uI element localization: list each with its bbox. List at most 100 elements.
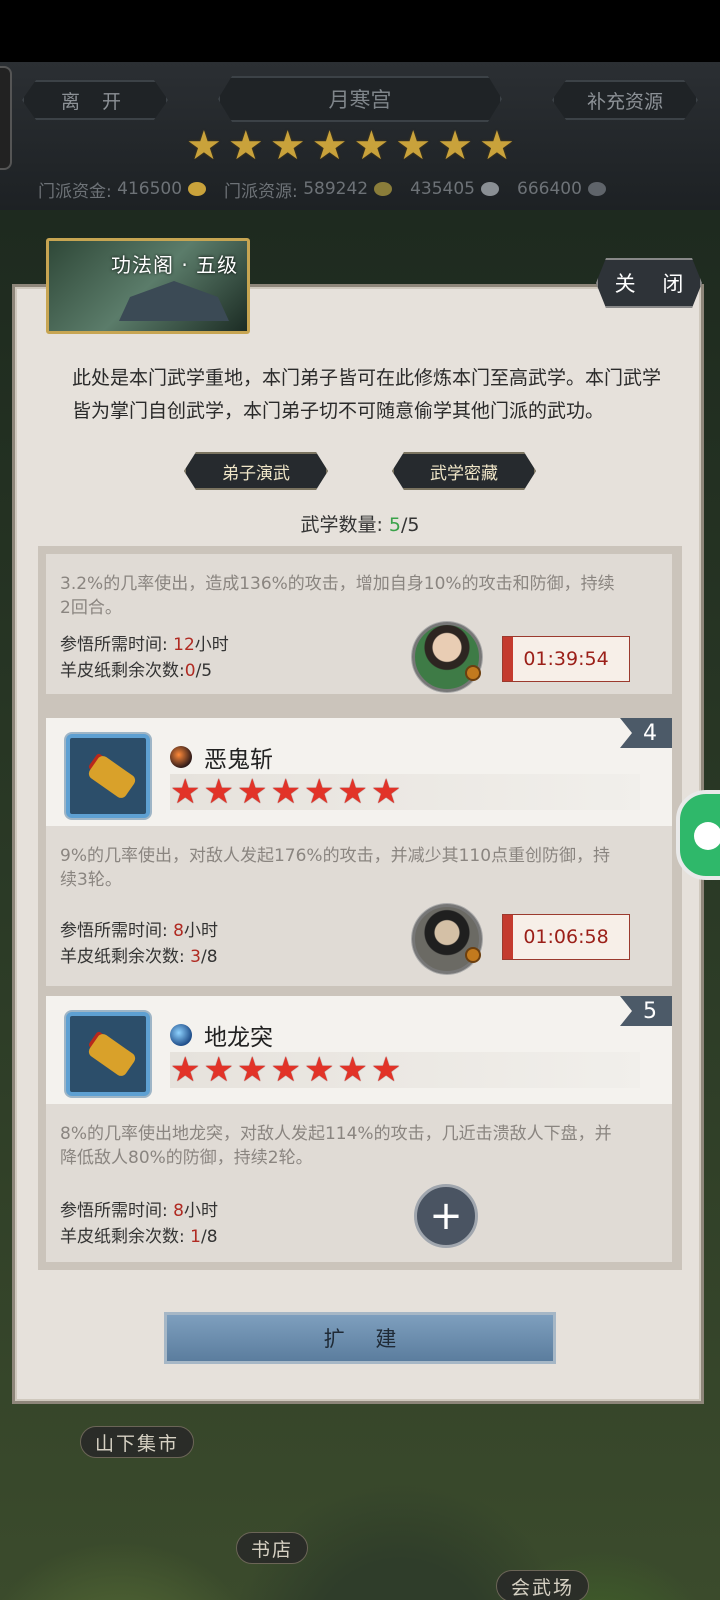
ore-icon xyxy=(587,182,606,196)
coin-icon xyxy=(188,182,207,196)
scroll-left-label: 羊皮纸剩余次数: xyxy=(60,1227,185,1247)
chat-icon xyxy=(694,822,720,850)
red-star-icon: ★ xyxy=(303,1050,335,1090)
study-time-unit: 小时 xyxy=(194,635,229,655)
skill-effect: 3.2%的几率使出，造成136%的攻击，增加自身10%的攻击和防御，持续2回合。 xyxy=(60,574,615,618)
scroll-icon xyxy=(66,1012,150,1096)
study-timer: 01:06:58 xyxy=(502,914,630,960)
gold-star-icon: ★ xyxy=(186,123,222,169)
sect-rating-stars: ★ ★ ★ ★ ★ ★ ★ ★ xyxy=(186,126,515,166)
gold-star-icon: ★ xyxy=(437,123,474,169)
skill-card-header[interactable]: 5 地龙突 ★ ★ ★ ★ ★ ★ ★ xyxy=(46,996,672,1104)
gold-star-icon: ★ xyxy=(353,123,390,169)
red-star-icon: ★ xyxy=(270,1050,301,1090)
skill-slot-number: 4 xyxy=(620,718,672,748)
gold-star-icon: ★ xyxy=(395,123,432,169)
fund-label: 门派资金: xyxy=(38,181,112,202)
resource-line: 门派资金: 416500 门派资源: 589242 435405 666400 xyxy=(38,176,688,202)
sect-title: 月寒宫 xyxy=(218,76,502,122)
side-drawer-handle[interactable] xyxy=(0,66,12,170)
resource-value: 589242 xyxy=(303,179,369,199)
skill-slot-number: 5 xyxy=(620,996,672,1026)
leave-button[interactable]: 离 开 xyxy=(22,80,168,120)
skill-count-label: 武学数量: xyxy=(300,514,383,536)
skill-card-body: 9%的几率使出，对敌人发起176%的攻击，并减少其110点重创防御，持续3轮。 … xyxy=(46,826,672,986)
red-star-icon: ★ xyxy=(170,772,201,812)
skill-count-current: 5 xyxy=(388,514,402,536)
skill-name: 恶鬼斩 xyxy=(204,747,273,773)
gold-star-icon: ★ xyxy=(227,123,264,169)
scroll-left-used: 1 xyxy=(190,1227,201,1247)
gold-star-icon: ★ xyxy=(269,123,306,169)
status-bar xyxy=(0,0,720,62)
skill-stars: ★ ★ ★ ★ ★ ★ ★ xyxy=(170,1052,640,1088)
resource-label: 门派资源: xyxy=(224,181,298,202)
study-time-unit: 小时 xyxy=(183,921,218,941)
disciples-practice-button[interactable]: 弟子演武 xyxy=(184,452,328,490)
study-time-value: 8 xyxy=(173,1201,184,1221)
red-star-icon: ★ xyxy=(370,772,402,812)
martial-vault-button[interactable]: 武学密藏 xyxy=(392,452,536,490)
skill-stars: ★ ★ ★ ★ ★ ★ ★ xyxy=(170,774,640,810)
skill-name: 地龙突 xyxy=(204,1025,273,1051)
weapon-value: 435405 xyxy=(410,179,475,199)
skill-effect: 8%的几率使出地龙突，对敌人发起114%的攻击，几近击溃敌人下盘，并降低敌人80… xyxy=(60,1124,612,1168)
rank-icon xyxy=(465,947,481,963)
skill-meta: 参悟所需时间: 12小时 羊皮纸剩余次数:0/5 xyxy=(60,632,229,684)
red-star-icon: ★ xyxy=(337,772,368,812)
red-star-icon: ★ xyxy=(203,1050,234,1090)
add-disciple-button[interactable]: + xyxy=(414,1184,478,1248)
study-time-value: 8 xyxy=(173,921,184,941)
skill-meta: 参悟所需时间: 8小时 羊皮纸剩余次数: 3/8 xyxy=(60,918,218,970)
fund-value: 416500 xyxy=(117,179,183,199)
scroll-left-total: /8 xyxy=(200,947,218,967)
study-time-label: 参悟所需时间: xyxy=(60,921,168,941)
sword-icon xyxy=(481,182,499,196)
red-star-icon: ★ xyxy=(337,1050,368,1090)
expand-button[interactable]: 扩 建 xyxy=(164,1312,556,1364)
rank-icon xyxy=(465,665,481,681)
skill-card-header[interactable]: 4 恶鬼斩 ★ ★ ★ ★ ★ ★ ★ xyxy=(46,718,672,826)
red-star-icon: ★ xyxy=(303,772,335,812)
study-time-value: 12 xyxy=(173,635,195,655)
study-time-label: 参悟所需时间: xyxy=(60,635,168,655)
skill-meta: 参悟所需时间: 8小时 羊皮纸剩余次数: 1/8 xyxy=(60,1198,218,1250)
map-label-bookstore[interactable]: 书店 xyxy=(236,1532,309,1564)
skill-effect: 9%的几率使出，对敌人发起176%的攻击，并减少其110点重创防御，持续3轮。 xyxy=(60,846,611,890)
scroll-left-label: 羊皮纸剩余次数: xyxy=(60,947,185,967)
red-star-icon: ★ xyxy=(270,772,301,812)
scroll-left-total: /8 xyxy=(200,1227,218,1247)
red-star-icon: ★ xyxy=(236,772,268,812)
study-time-label: 参悟所需时间: xyxy=(60,1201,168,1221)
scroll-icon xyxy=(66,734,150,818)
disciple-avatar[interactable] xyxy=(412,904,482,974)
disciple-avatar[interactable] xyxy=(412,622,482,692)
skill-count-total: /5 xyxy=(401,514,420,536)
map-label-arena[interactable]: 会武场 xyxy=(496,1570,590,1600)
building-badge: 功法阁 · 五级 xyxy=(46,238,250,334)
floating-chat-button[interactable] xyxy=(676,790,720,880)
scroll-left-used: 0 xyxy=(184,661,196,681)
study-timer: 01:39:54 xyxy=(502,636,630,682)
gold-star-icon: ★ xyxy=(311,123,348,169)
study-time-unit: 小时 xyxy=(183,1201,218,1221)
skill-count: 武学数量: 5/5 xyxy=(0,510,720,537)
building-title: 功法阁 · 五级 xyxy=(111,253,239,277)
refill-resources-button[interactable]: 补充资源 xyxy=(552,80,698,120)
red-star-icon: ★ xyxy=(370,1050,402,1090)
scroll-left-total: /5 xyxy=(195,661,213,681)
map-label-market[interactable]: 山下集市 xyxy=(80,1426,195,1458)
scroll-left-used: 3 xyxy=(190,947,201,967)
gold-star-icon: ★ xyxy=(479,123,515,169)
water-element-icon xyxy=(170,1024,192,1046)
ore-value: 666400 xyxy=(517,179,582,199)
scroll-left-label: 羊皮纸剩余次数: xyxy=(60,661,185,681)
fire-element-icon xyxy=(170,746,192,768)
red-star-icon: ★ xyxy=(203,772,234,812)
skill-card-body: 3.2%的几率使出，造成136%的攻击，增加自身10%的攻击和防御，持续2回合。… xyxy=(46,554,672,694)
pavilion-image xyxy=(119,281,229,321)
close-button[interactable]: 关 闭 xyxy=(596,258,702,308)
building-description: 此处是本门武学重地，本门弟子皆可在此修炼本门至高武学。本门武学皆为掌门自创武学，… xyxy=(72,367,662,422)
red-star-icon: ★ xyxy=(236,1050,268,1090)
red-star-icon: ★ xyxy=(170,1050,201,1090)
